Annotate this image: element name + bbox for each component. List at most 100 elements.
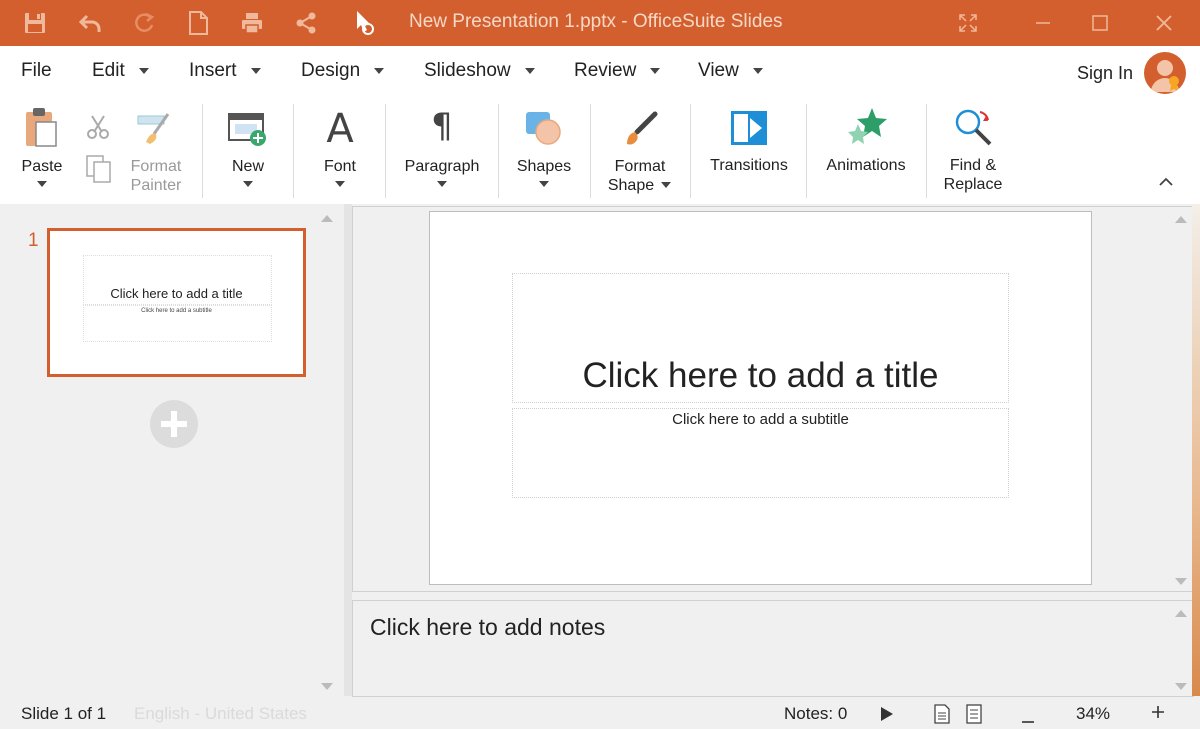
clipboard-icon: [26, 108, 57, 147]
avatar[interactable]: [1144, 52, 1186, 94]
user-icon: [1151, 60, 1179, 92]
thumbnail-subtitle: Click here to add a subtitle: [141, 308, 212, 314]
menu-file-label: File: [21, 60, 52, 81]
shapes-label: Shapes: [516, 158, 572, 175]
slide-editor-pane: Click here to add a title Click here to …: [352, 206, 1194, 592]
ribbon-toolbar: Paste Format Painter New A Font ¶ Paragr…: [0, 98, 1200, 204]
play-slideshow-button[interactable]: [880, 706, 894, 727]
chevron-down-icon: [37, 181, 47, 187]
font-button[interactable]: A Font: [310, 98, 370, 204]
new-document-icon[interactable]: [185, 10, 211, 36]
menu-design[interactable]: Design: [301, 60, 385, 82]
subtitle-placeholder-text: Click here to add a subtitle: [672, 411, 849, 428]
scroll-up-icon[interactable]: [1175, 216, 1187, 223]
find-replace-label-1: Find &: [949, 157, 997, 174]
scroll-down-icon[interactable]: [1175, 578, 1187, 585]
notes-pane[interactable]: Click here to add notes: [352, 600, 1194, 697]
slide-number: 1: [28, 230, 39, 251]
notes-count: Notes: 0: [784, 704, 848, 723]
minimize-button[interactable]: [1030, 10, 1056, 36]
scroll-down-icon[interactable]: [321, 683, 333, 690]
share-icon[interactable]: [293, 10, 319, 36]
format-shape-label-2: Shape: [607, 177, 655, 194]
sign-in-link[interactable]: Sign In: [1077, 63, 1133, 84]
scroll-up-icon[interactable]: [321, 215, 333, 222]
scroll-down-icon[interactable]: [1175, 683, 1187, 690]
normal-view-button[interactable]: [933, 704, 951, 729]
pilcrow-icon: ¶: [431, 106, 453, 146]
window-edge: [1192, 204, 1200, 696]
paragraph-label: Paragraph: [404, 158, 480, 175]
collapse-ribbon-button[interactable]: [1158, 174, 1174, 192]
title-placeholder-text: Click here to add a title: [582, 356, 939, 395]
animations-label: Animations: [826, 157, 906, 174]
menu-review-label: Review: [574, 60, 637, 81]
ribbon-divider: [385, 104, 386, 198]
save-icon[interactable]: [22, 10, 48, 36]
copy-button[interactable]: [85, 154, 113, 189]
maximize-button[interactable]: [1087, 10, 1113, 36]
format-painter-label-1: Format: [130, 158, 182, 175]
menu-slideshow-label: Slideshow: [424, 60, 511, 81]
ribbon-divider: [926, 104, 927, 198]
shapes-button[interactable]: Shapes: [512, 98, 576, 204]
format-shape-button[interactable]: Format Shape: [603, 98, 677, 204]
menu-slideshow[interactable]: Slideshow: [424, 60, 535, 82]
menu-edit-label: Edit: [92, 60, 125, 81]
close-button[interactable]: [1151, 10, 1177, 36]
chevron-down-icon: [250, 68, 261, 74]
chevron-down-icon: [524, 68, 535, 74]
format-painter-label-2: Painter: [130, 177, 182, 194]
ribbon-divider: [806, 104, 807, 198]
zoom-in-button[interactable]: [1151, 705, 1165, 724]
find-replace-button[interactable]: Find & Replace: [940, 98, 1006, 204]
menu-review[interactable]: Review: [574, 60, 661, 82]
outline-view-icon: [966, 704, 982, 724]
subtitle-placeholder[interactable]: Click here to add a subtitle: [512, 408, 1009, 498]
brush-icon: [627, 111, 658, 145]
title-bar: New Presentation 1.pptx - OfficeSuite Sl…: [0, 0, 1200, 46]
chevron-down-icon: [243, 181, 253, 187]
new-label: New: [231, 158, 264, 175]
transitions-label: Transitions: [710, 157, 788, 174]
zoom-level[interactable]: 34%: [1076, 704, 1110, 724]
menu-insert[interactable]: Insert: [189, 60, 261, 82]
copy-icon: [86, 155, 111, 183]
print-icon[interactable]: [239, 10, 265, 36]
paste-label: Paste: [21, 158, 63, 175]
page-view-icon: [934, 704, 950, 724]
paragraph-button[interactable]: ¶ Paragraph: [400, 98, 484, 204]
format-painter-icon: [137, 113, 170, 144]
menu-edit[interactable]: Edit: [92, 60, 149, 82]
animations-button[interactable]: Animations: [820, 98, 912, 204]
window-title: New Presentation 1.pptx - OfficeSuite Sl…: [409, 11, 783, 32]
pane-splitter[interactable]: [344, 204, 352, 696]
find-replace-icon: [955, 109, 992, 146]
menu-view[interactable]: View: [698, 60, 763, 82]
menu-file[interactable]: File: [21, 60, 52, 82]
minus-icon: [1022, 721, 1034, 723]
outline-view-button[interactable]: [965, 704, 983, 729]
paste-button[interactable]: Paste: [14, 98, 70, 204]
play-icon: [881, 707, 893, 721]
slide-thumbnail[interactable]: Click here to add a title Click here to …: [47, 228, 306, 377]
undo-icon[interactable]: [77, 10, 103, 36]
cut-button[interactable]: [86, 114, 110, 145]
slide-canvas[interactable]: Click here to add a title Click here to …: [429, 211, 1092, 585]
new-slide-button[interactable]: New: [219, 98, 277, 204]
transitions-button[interactable]: Transitions: [704, 98, 794, 204]
language-indicator[interactable]: English - United States: [134, 704, 307, 724]
menu-view-label: View: [698, 60, 739, 81]
menu-insert-label: Insert: [189, 60, 237, 81]
menu-design-label: Design: [301, 60, 361, 81]
notes-placeholder: Click here to add notes: [370, 614, 606, 640]
cursor-reload-icon[interactable]: [352, 10, 378, 36]
redo-icon[interactable]: [131, 10, 157, 36]
transitions-icon: [731, 111, 767, 145]
add-slide-button[interactable]: [150, 400, 198, 448]
zoom-out-button[interactable]: [1021, 711, 1035, 729]
scroll-up-icon[interactable]: [1175, 610, 1187, 617]
format-painter-button[interactable]: Format Painter: [122, 98, 190, 204]
title-placeholder[interactable]: Click here to add a title: [512, 273, 1009, 403]
fullscreen-icon[interactable]: [955, 10, 981, 36]
